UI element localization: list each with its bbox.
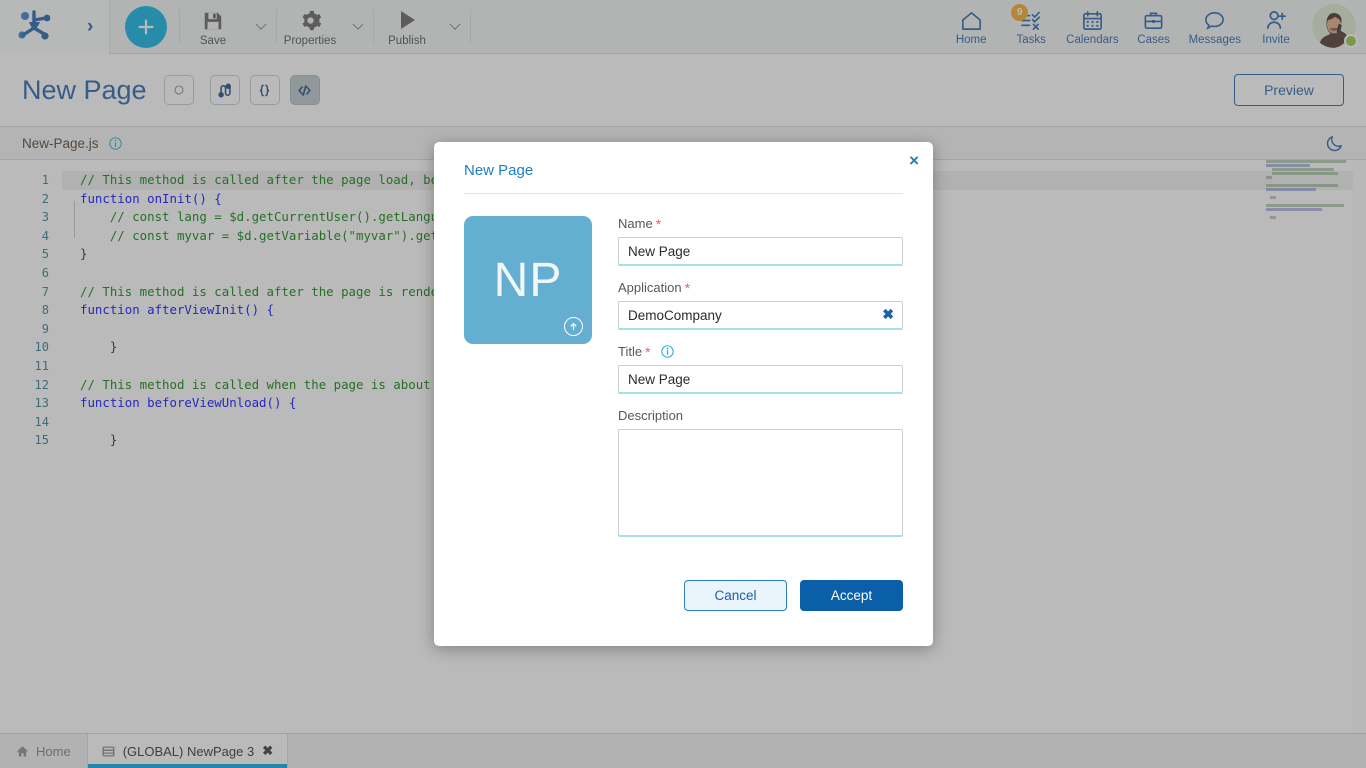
application-label-row: Application * bbox=[618, 280, 903, 295]
dialog-footer: Cancel Accept bbox=[434, 556, 933, 611]
dialog-title: New Page bbox=[464, 162, 534, 179]
field-description: Description bbox=[618, 408, 903, 542]
required-asterisk: * bbox=[655, 215, 662, 232]
name-label-row: Name * bbox=[618, 216, 903, 231]
name-input-wrap bbox=[618, 237, 903, 266]
application-input[interactable] bbox=[618, 301, 903, 330]
close-icon[interactable]: × bbox=[909, 152, 919, 169]
clear-application-icon[interactable]: ✖ bbox=[882, 307, 894, 321]
title-label-row: Title * bbox=[618, 344, 903, 359]
application-window: › Save Properties Publish Home 9 Tasks C… bbox=[0, 0, 1366, 768]
accept-button[interactable]: Accept bbox=[800, 580, 903, 611]
page-icon-tile[interactable]: NP bbox=[464, 216, 592, 344]
description-textarea[interactable] bbox=[618, 429, 903, 537]
new-page-dialog: New Page × NP Name * New Page Applicatio… bbox=[434, 142, 933, 646]
description-label-row: Description bbox=[618, 408, 903, 423]
field-name: Name * bbox=[618, 216, 903, 266]
title-label: Title bbox=[618, 344, 643, 359]
title-input-wrap bbox=[618, 365, 903, 394]
name-input[interactable] bbox=[618, 237, 903, 266]
upload-icon[interactable] bbox=[564, 317, 583, 336]
application-label: Application bbox=[618, 280, 682, 295]
title-input[interactable] bbox=[618, 365, 903, 394]
application-input-wrap: ✖ bbox=[618, 301, 903, 330]
dialog-fields: Name * Application * ✖ bbox=[618, 216, 903, 556]
description-label: Description bbox=[618, 408, 684, 423]
dialog-header: New Page × bbox=[434, 142, 933, 180]
tile-initials: NP bbox=[493, 253, 563, 307]
name-label: Name bbox=[618, 216, 653, 231]
required-asterisk: * bbox=[684, 279, 691, 296]
required-asterisk: * bbox=[645, 343, 651, 360]
title-info-icon[interactable] bbox=[660, 344, 675, 359]
field-application: Application * ✖ bbox=[618, 280, 903, 330]
dialog-body: NP Name * New Page Application * DemoCom… bbox=[434, 194, 933, 556]
field-title: Title * bbox=[618, 344, 903, 394]
cancel-button[interactable]: Cancel bbox=[684, 580, 787, 611]
